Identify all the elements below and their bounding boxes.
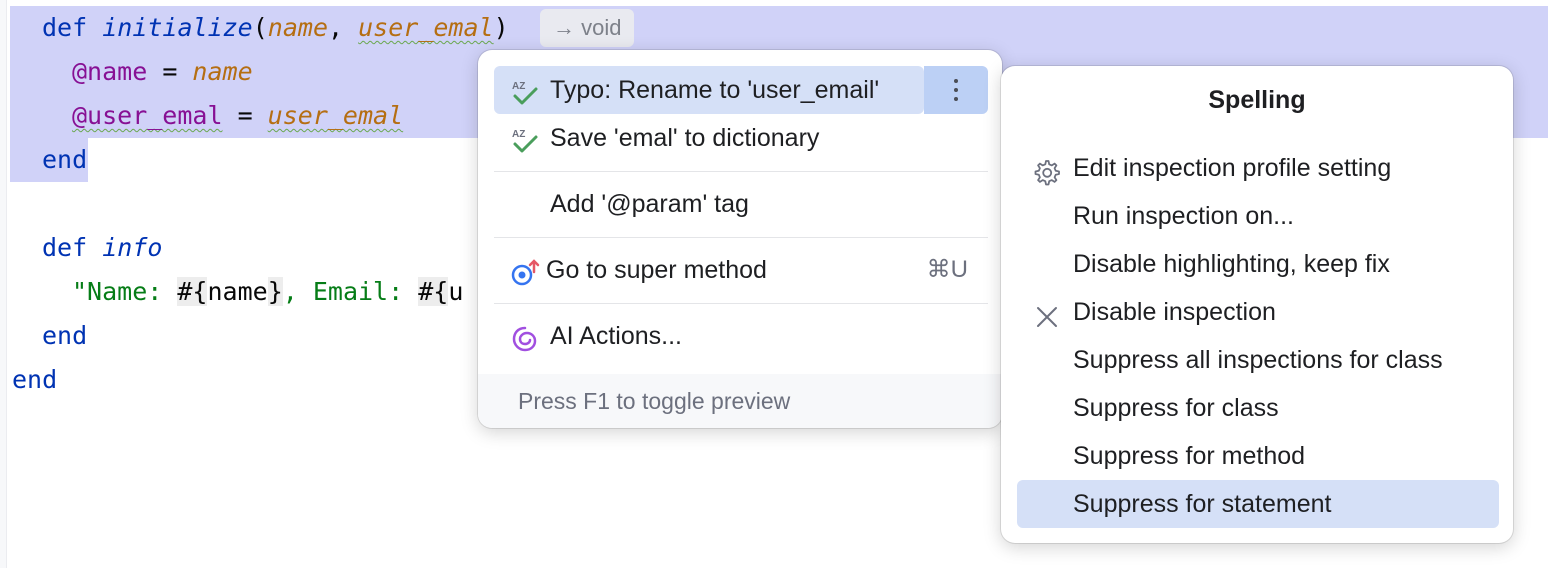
spellcheck-icon: AZ: [510, 124, 540, 154]
intention-actions-popup: AZ Typo: Rename to 'user_email' AZ Save …: [478, 50, 1002, 428]
code-line-9[interactable]: end: [12, 358, 57, 402]
return-type-inlay-hint: → void: [540, 9, 635, 47]
interpolation-start: #{: [177, 277, 208, 306]
submenu-item-label: Run inspection on...: [1073, 202, 1294, 230]
menu-item-rename-typo[interactable]: AZ Typo: Rename to 'user_email': [494, 66, 924, 114]
submenu-item-suppress-method[interactable]: Suppress for method: [1017, 432, 1499, 480]
footer-hint: Press F1 to toggle preview: [518, 388, 791, 414]
code-line-7[interactable]: "Name: #{name}, Email: #{u: [72, 270, 463, 314]
submenu-item-disable-highlighting[interactable]: Disable highlighting, keep fix: [1017, 240, 1499, 288]
spellcheck-icon: AZ: [510, 76, 540, 106]
svg-text:AZ: AZ: [512, 129, 525, 140]
comma: ,: [328, 13, 359, 42]
instance-var: @name: [72, 57, 148, 86]
submenu-item-suppress-statement[interactable]: Suppress for statement: [1017, 480, 1499, 528]
submenu-item-label: Suppress for class: [1073, 394, 1279, 422]
svg-text:AZ: AZ: [512, 81, 525, 92]
submenu-item-run-inspection[interactable]: Run inspection on...: [1017, 192, 1499, 240]
submenu-item-label: Edit inspection profile setting: [1073, 154, 1392, 182]
spelling-submenu: Spelling Edit inspection profile setting…: [1001, 66, 1513, 543]
close-icon: [1033, 299, 1061, 327]
menu-item-save-dictionary[interactable]: AZ Save 'emal' to dictionary: [494, 114, 986, 162]
paren: ): [493, 13, 509, 42]
code-line-1[interactable]: def initialize(name, user_emal): [42, 6, 509, 50]
interpolation-var: u: [448, 277, 464, 306]
menu-item-label: AI Actions...: [550, 322, 683, 350]
submenu-item-label: Disable inspection: [1073, 298, 1276, 326]
submenu-item-disable-inspection[interactable]: Disable inspection: [1017, 288, 1499, 336]
method-name: initialize: [102, 13, 253, 42]
submenu-title: Spelling: [1208, 86, 1306, 114]
menu-item-label: Add '@param' tag: [550, 190, 749, 218]
code-line-2[interactable]: @name = name: [72, 50, 253, 94]
string-literal: "Name:: [72, 277, 178, 306]
param-ref: user_emal: [267, 101, 404, 130]
menu-item-label: Go to super method: [546, 256, 767, 284]
submenu-item-label: Disable highlighting, keep fix: [1073, 250, 1390, 278]
menu-item-label: Save 'emal' to dictionary: [550, 124, 820, 152]
code-line-4[interactable]: end: [42, 138, 87, 182]
menu-item-go-to-super-method[interactable]: Go to super method ⌘U: [494, 246, 986, 294]
submenu-item-edit-inspection-profile[interactable]: Edit inspection profile setting: [1017, 144, 1499, 192]
string-literal: , Email:: [282, 277, 419, 306]
interpolation-end: }: [267, 277, 283, 306]
more-options-button[interactable]: [924, 66, 988, 114]
param-name: name: [267, 13, 329, 42]
code-line-6[interactable]: def info: [42, 226, 162, 270]
param-ref: name: [192, 57, 253, 86]
operator: =: [147, 57, 193, 86]
submenu-item-label: Suppress for method: [1073, 442, 1306, 470]
submenu-item-suppress-class[interactable]: Suppress for class: [1017, 384, 1499, 432]
ai-spiral-icon: [510, 322, 540, 352]
menu-item-ai-actions[interactable]: AI Actions...: [494, 312, 986, 360]
menu-separator: [494, 171, 988, 172]
interpolation-var: name: [207, 277, 268, 306]
menu-item-label: Typo: Rename to 'user_email': [550, 76, 880, 104]
keyword: end: [12, 365, 58, 394]
keyword: end: [42, 145, 88, 174]
keyword: def: [42, 13, 103, 42]
shortcut-hint: ⌘U: [926, 256, 968, 283]
submenu-item-label: Suppress for statement: [1073, 490, 1332, 518]
menu-separator: [494, 237, 988, 238]
operator: =: [222, 101, 268, 130]
gear-icon: [1033, 155, 1061, 186]
code-line-3[interactable]: @user_emal = user_emal: [72, 94, 403, 138]
interpolation-start: #{: [418, 277, 449, 306]
keyword: def: [42, 233, 103, 262]
param-user-emal[interactable]: user_emal: [358, 13, 493, 42]
paren: (: [252, 13, 268, 42]
editor-gutter: [0, 0, 7, 568]
more-vertical-icon: [954, 79, 958, 101]
keyword: end: [42, 321, 88, 350]
super-method-icon: [510, 256, 540, 286]
code-line-8[interactable]: end: [42, 314, 87, 358]
method-name: info: [102, 233, 163, 262]
instance-var: @user_emal: [72, 101, 223, 130]
submenu-item-label: Suppress all inspections for class: [1073, 346, 1443, 374]
popup-footer: Press F1 to toggle preview: [478, 374, 1002, 428]
menu-separator: [494, 303, 988, 304]
submenu-item-suppress-all-class[interactable]: Suppress all inspections for class: [1017, 336, 1499, 384]
menu-item-add-param-tag[interactable]: Add '@param' tag: [494, 180, 986, 228]
